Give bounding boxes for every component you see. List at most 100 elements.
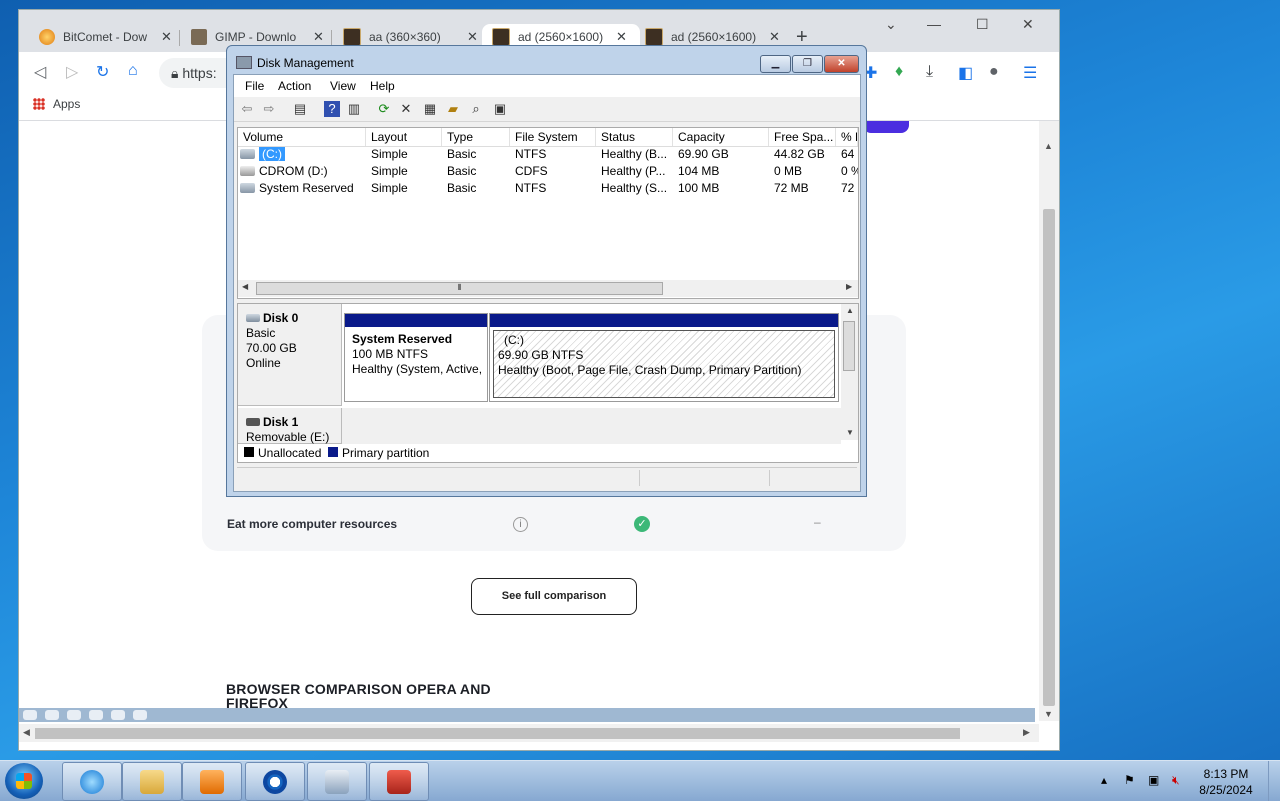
settings-icon[interactable]: ▣ <box>492 101 508 117</box>
properties-pane-icon[interactable]: ▥ <box>346 101 362 117</box>
taskbar-media-player[interactable] <box>182 762 242 801</box>
tab-bitcomet[interactable]: BitComet - Dow ✕ <box>31 24 189 50</box>
delete-icon[interactable]: ✕ <box>398 101 414 117</box>
volume-status: Healthy (S... <box>601 181 668 195</box>
close-icon[interactable]: ✕ <box>467 29 478 45</box>
clock[interactable]: 8:13 PM 8/25/2024 <box>1196 766 1256 798</box>
menu-icon[interactable]: ☰ <box>1023 63 1037 83</box>
page-vertical-scrollbar[interactable]: ▲ ▼ <box>1039 121 1059 721</box>
volume-list-scroll-thumb[interactable]: ⦀ <box>256 282 663 295</box>
tray-overflow-icon[interactable]: ▴ <box>1101 773 1107 787</box>
refresh-icon[interactable]: ⟳ <box>376 101 392 117</box>
scroll-up-icon[interactable]: ▲ <box>1044 141 1053 151</box>
scroll-up-icon[interactable]: ▲ <box>846 306 854 315</box>
extension-icon[interactable]: ♦ <box>895 63 903 81</box>
taskbar-explorer[interactable] <box>122 762 182 801</box>
column-free-space[interactable]: Free Spa... <box>769 128 836 146</box>
search-icon[interactable]: ⌕ <box>468 101 484 117</box>
forward-arrow-icon[interactable]: ⇨ <box>261 101 277 117</box>
profile-icon[interactable]: ● <box>989 63 999 81</box>
minimize-icon[interactable]: — <box>927 16 941 32</box>
reload-icon[interactable]: ↻ <box>96 62 109 82</box>
taskbar-toolbox[interactable] <box>369 762 429 801</box>
volume-list: Volume Layout Type File System Status Ca… <box>237 127 859 299</box>
taskbar-chrome[interactable] <box>245 762 305 801</box>
partition-system-reserved[interactable]: System Reserved 100 MB NTFS Healthy (Sys… <box>344 313 488 402</box>
disk-view-vscrollbar[interactable]: ▲ ▼ <box>841 304 858 440</box>
partition-details: System Reserved 100 MB NTFS Healthy (Sys… <box>348 330 484 398</box>
window-close-icon[interactable]: ✕ <box>1022 16 1034 33</box>
apps-shortcut[interactable]: Apps <box>33 97 80 111</box>
disk-kind: Removable (E:) <box>246 430 330 444</box>
console-tree-icon[interactable]: ▤ <box>292 101 308 117</box>
show-desktop-button[interactable] <box>1268 761 1280 801</box>
disk-management-titlebar[interactable]: Disk Management ▁ ❐ ✕ <box>227 46 866 74</box>
volume-muted-icon[interactable]: 🔇︎ <box>1172 773 1180 788</box>
menu-help[interactable]: Help <box>370 79 395 93</box>
action-center-flag-icon[interactable]: ⚑ <box>1124 773 1135 787</box>
menu-view[interactable]: View <box>330 79 356 93</box>
close-icon[interactable]: ✕ <box>313 29 324 45</box>
disk-0-label[interactable]: Disk 0 Basic 70.00 GB Online <box>238 304 342 406</box>
back-arrow-icon[interactable]: ⇦ <box>239 101 255 117</box>
table-row[interactable]: System Reserved Simple Basic NTFS Health… <box>238 180 858 197</box>
download-icon[interactable]: ⤓ <box>926 63 933 81</box>
disk-view-scroll-thumb[interactable] <box>843 321 855 371</box>
taskbar-disk-management[interactable] <box>307 762 367 801</box>
column-type[interactable]: Type <box>442 128 510 146</box>
forward-icon[interactable]: ▷ <box>66 62 78 82</box>
removable-disk-icon <box>246 418 260 426</box>
sidepanel-icon[interactable]: ◧ <box>958 63 973 83</box>
restore-button[interactable]: ❐ <box>792 55 823 73</box>
disk-1-label[interactable]: Disk 1 Removable (E:) <box>238 408 342 444</box>
scroll-left-icon[interactable]: ◀ <box>23 727 30 738</box>
scroll-right-icon[interactable]: ▶ <box>1023 727 1030 738</box>
tab-title: BitComet - Dow <box>63 30 148 44</box>
properties-icon[interactable]: ▦ <box>422 101 438 117</box>
partition-name: (C:) <box>504 333 524 347</box>
taskbar-internet-explorer[interactable] <box>62 762 122 801</box>
strip-icon <box>45 710 59 720</box>
see-full-comparison-button[interactable]: See full comparison <box>471 578 637 615</box>
close-icon[interactable]: ✕ <box>616 29 627 45</box>
menu-action[interactable]: Action <box>278 79 311 93</box>
scroll-left-icon[interactable]: ◀ <box>242 282 248 291</box>
horizontal-scroll-thumb[interactable] <box>35 728 960 739</box>
close-button[interactable]: ✕ <box>824 55 859 73</box>
column-layout[interactable]: Layout <box>366 128 442 146</box>
status-separator <box>769 470 770 486</box>
back-icon[interactable]: ◁ <box>34 62 46 82</box>
info-icon[interactable]: i <box>513 517 528 532</box>
scroll-down-icon[interactable]: ▼ <box>1044 709 1053 719</box>
image-icon <box>492 28 510 46</box>
column-file-system[interactable]: File System <box>510 128 596 146</box>
help-icon[interactable]: ? <box>324 101 340 117</box>
column-capacity[interactable]: Capacity <box>673 128 769 146</box>
column-status[interactable]: Status <box>596 128 673 146</box>
home-icon[interactable]: ⌂ <box>128 62 138 80</box>
tab-search-icon[interactable]: ⌄ <box>885 16 897 33</box>
minimize-button[interactable]: ▁ <box>760 55 791 73</box>
apps-label: Apps <box>53 97 81 111</box>
vertical-scroll-thumb[interactable] <box>1043 209 1055 706</box>
close-icon[interactable]: ✕ <box>161 29 172 45</box>
partition-status: Healthy (Boot, Page File, Crash Dump, Pr… <box>498 363 802 377</box>
disk-kind: Basic <box>246 326 276 340</box>
column-percent-free[interactable]: % F <box>836 128 858 146</box>
table-row[interactable]: CDROM (D:) Simple Basic CDFS Healthy (P.… <box>238 163 858 180</box>
column-volume[interactable]: Volume <box>238 128 366 146</box>
maximize-icon[interactable]: ☐ <box>976 16 989 33</box>
table-row[interactable]: (C:) Simple Basic NTFS Healthy (B... 69.… <box>238 146 858 163</box>
scroll-right-icon[interactable]: ▶ <box>846 282 852 291</box>
partition-c[interactable]: (C:) 69.90 GB NTFS Healthy (Boot, Page F… <box>489 313 839 402</box>
network-icon[interactable]: ▣ <box>1148 773 1159 787</box>
volume-list-hscrollbar[interactable]: ◀ ⦀ ▶ <box>238 280 858 297</box>
open-folder-icon[interactable]: ▰ <box>445 101 461 117</box>
purple-button-edge[interactable] <box>863 121 909 133</box>
menu-file[interactable]: File <box>245 79 264 93</box>
close-icon[interactable]: ✕ <box>769 29 780 45</box>
scroll-down-icon[interactable]: ▼ <box>846 428 854 437</box>
volume-list-header: Volume Layout Type File System Status Ca… <box>238 128 858 147</box>
start-button[interactable] <box>5 763 43 799</box>
page-horizontal-scrollbar[interactable]: ◀ ▶ <box>19 724 1039 742</box>
